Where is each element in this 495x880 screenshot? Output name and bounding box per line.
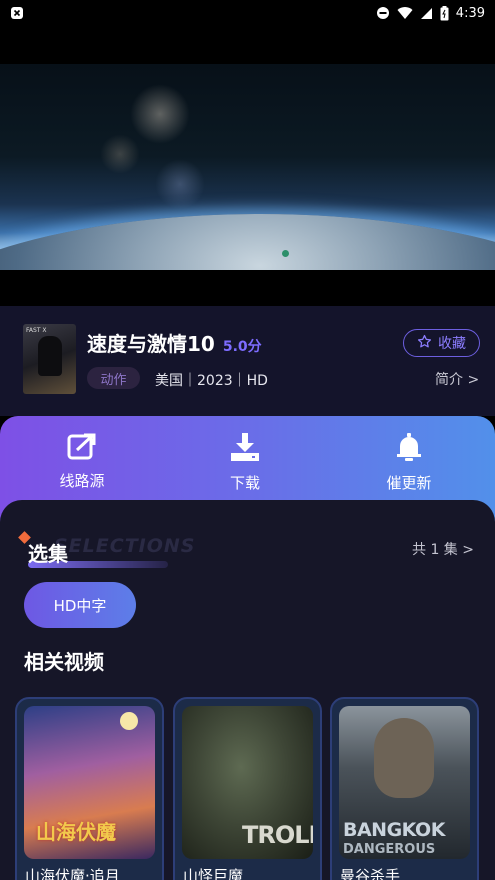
wifi-icon xyxy=(397,6,413,20)
related-cover: TROLL xyxy=(182,706,313,859)
movie-poster: FAST X xyxy=(23,324,76,394)
status-time: 4:39 xyxy=(455,5,485,21)
bell-icon xyxy=(394,432,424,466)
related-list: 山海伏魔 山海伏魔·追月 TROLL 山怪巨魔 BANGKOK DANGEROU… xyxy=(15,697,495,880)
lens-flare xyxy=(130,84,190,144)
movie-meta: 美国｜2023｜HD xyxy=(155,373,268,389)
favorite-button[interactable]: 收藏 xyxy=(403,329,480,357)
source-label: 线路源 xyxy=(59,472,105,490)
star-icon xyxy=(417,334,432,353)
movie-title: 速度与激情10 xyxy=(87,332,215,356)
related-card[interactable]: BANGKOK DANGEROUS 曼谷杀手 xyxy=(330,697,479,880)
app-notification-icon xyxy=(10,6,24,20)
poster-tag: FAST X xyxy=(26,327,47,334)
moon-shape xyxy=(120,712,138,730)
intro-link[interactable]: 简介 > xyxy=(435,369,479,389)
title-row: 速度与激情10 5.0分 xyxy=(87,328,262,357)
lens-flare xyxy=(100,134,140,174)
lens-flare xyxy=(155,159,205,209)
cover-title: BANGKOK xyxy=(343,819,445,841)
remind-update-button[interactable]: 催更新 xyxy=(359,432,459,493)
related-name: 山怪巨魔 xyxy=(183,867,244,880)
related-title: 相关视频 xyxy=(24,650,104,674)
related-cover: BANGKOK DANGEROUS xyxy=(339,706,470,859)
related-card[interactable]: TROLL 山怪巨魔 xyxy=(173,697,322,880)
content-panel: SELECTIONS 选集 共 1 集 > HD中字 相关视频 山海伏魔 山海伏… xyxy=(0,500,495,880)
remind-update-label: 催更新 xyxy=(386,474,432,492)
source-button[interactable]: 线路源 xyxy=(32,432,132,491)
external-link-icon xyxy=(67,432,97,464)
cover-title: 山海伏魔 xyxy=(36,820,116,844)
episodes-title: 选集 xyxy=(28,542,68,566)
episodes-watermark: SELECTIONS xyxy=(54,535,196,557)
cover-title: TROLL xyxy=(242,821,313,849)
video-frame-earth xyxy=(0,214,495,270)
movie-info: FAST X 速度与激情10 5.0分 动作 美国｜2023｜HD 收藏 简介 … xyxy=(0,306,495,416)
favorite-label: 收藏 xyxy=(438,336,466,352)
cover-subtitle: DANGEROUS xyxy=(343,842,436,857)
status-bar: 4:39 xyxy=(0,0,495,26)
related-card[interactable]: 山海伏魔 山海伏魔·追月 xyxy=(15,697,164,880)
related-name: 山海伏魔·追月 xyxy=(25,867,120,880)
download-button[interactable]: 下载 xyxy=(195,432,295,493)
battery-icon xyxy=(440,5,449,21)
related-name: 曼谷杀手 xyxy=(340,867,401,880)
signal-icon xyxy=(420,7,433,20)
download-icon xyxy=(230,432,260,466)
download-label: 下载 xyxy=(229,474,260,492)
episodes-header: SELECTIONS 选集 共 1 集 > xyxy=(18,531,474,569)
genre-tag[interactable]: 动作 xyxy=(87,367,140,389)
cover-face xyxy=(374,718,434,798)
do-not-disturb-icon xyxy=(376,6,390,20)
episode-count-link[interactable]: 共 1 集 > xyxy=(412,539,474,559)
video-player[interactable] xyxy=(0,64,495,270)
movie-score: 5.0分 xyxy=(222,339,262,355)
poster-figure xyxy=(38,336,62,376)
lens-flare xyxy=(282,250,289,257)
episode-button[interactable]: HD中字 xyxy=(24,582,136,628)
related-cover: 山海伏魔 xyxy=(24,706,155,859)
